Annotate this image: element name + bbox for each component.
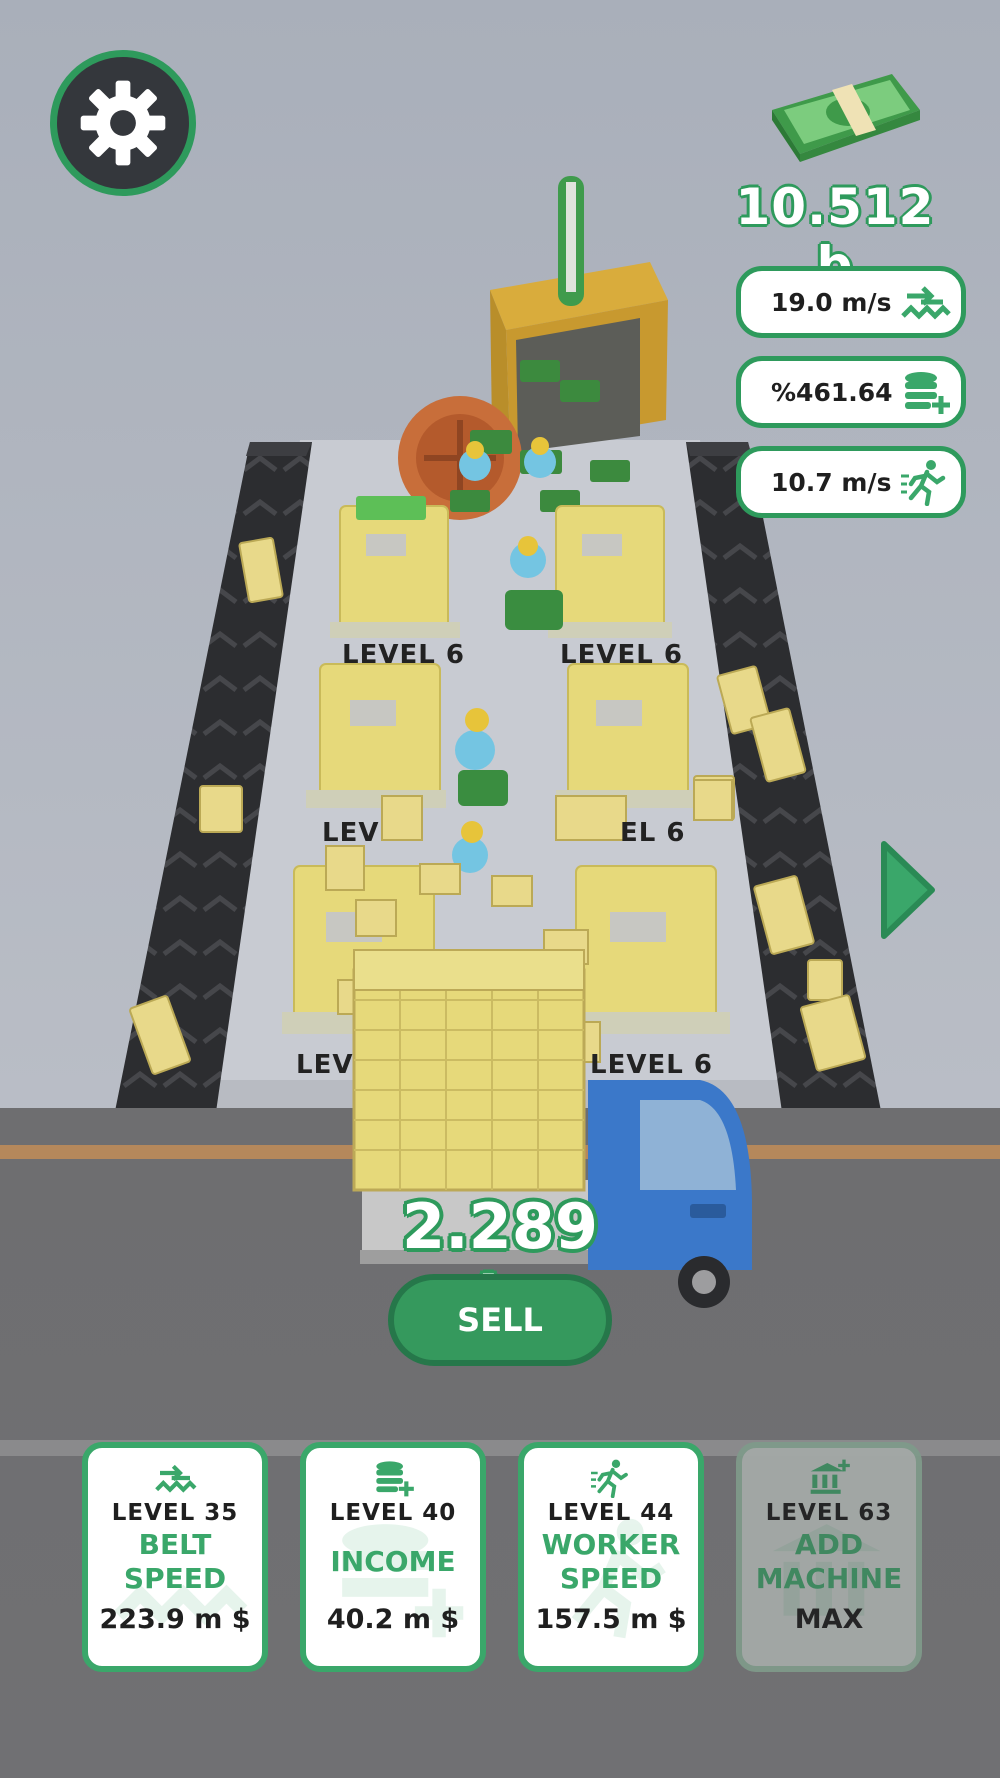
upgrade-title: INCOME — [306, 1526, 480, 1598]
upgrade-title: ADD MACHINE — [742, 1526, 916, 1598]
belt-speed-stat: 19.0 m/s — [736, 266, 966, 338]
upgrade-price: MAX — [794, 1604, 864, 1635]
cash-stack-icon — [772, 74, 920, 162]
upgrade-add-machine-card[interactable]: LEVEL 63 ADD MACHINE MAX — [736, 1442, 922, 1672]
machine-level-label: LEVEL 6 — [342, 640, 465, 670]
upgrade-title-line1: INCOME — [330, 1545, 456, 1578]
worker-run-icon — [901, 460, 946, 506]
upgrade-price: 223.9 m $ — [99, 1604, 251, 1635]
machine-level-label: LEV — [296, 1050, 354, 1080]
belt-speed-icon — [901, 286, 951, 320]
machine-level-label: LEVEL 6 — [560, 640, 683, 670]
gear-icon — [80, 80, 166, 166]
worker-speed-value: 10.7 m/s — [771, 467, 892, 497]
income-coins-icon — [376, 1461, 414, 1497]
worker-run-icon — [591, 1459, 628, 1499]
upgrade-title-line2: SPEED — [559, 1562, 663, 1595]
upgrade-title-line2: MACHINE — [755, 1562, 903, 1595]
upgrade-level: LEVEL 35 — [111, 1500, 239, 1526]
worker-speed-stat: 10.7 m/s — [736, 446, 966, 518]
machine-level-label: LEVEL 6 — [590, 1050, 713, 1080]
upgrade-level: LEVEL 63 — [765, 1500, 893, 1526]
add-machine-icon — [810, 1459, 850, 1494]
next-area-arrow-icon[interactable] — [876, 836, 938, 944]
sell-button[interactable]: SELL — [388, 1274, 612, 1366]
machine-level-label: LEV — [322, 818, 380, 848]
machine-level-label: EL 6 — [620, 818, 686, 848]
income-value: %461.64 — [771, 377, 893, 407]
income-stat: %461.64 — [736, 356, 966, 428]
upgrade-level: LEVEL 40 — [329, 1500, 457, 1526]
belt-speed-icon — [155, 1464, 197, 1493]
belt-speed-value: 19.0 m/s — [771, 287, 892, 317]
upgrade-belt-speed-card[interactable]: LEVEL 35 BELT SPEED 223.9 m $ — [82, 1442, 268, 1672]
upgrade-title-line2: SPEED — [123, 1562, 227, 1595]
upgrade-level: LEVEL 44 — [547, 1500, 675, 1526]
upgrade-title-line1: ADD — [794, 1528, 864, 1561]
upgrade-income-card[interactable]: LEVEL 40 INCOME 40.2 m $ — [300, 1442, 486, 1672]
upgrade-worker-speed-card[interactable]: LEVEL 44 WORKER SPEED 157.5 m $ — [518, 1442, 704, 1672]
settings-button[interactable] — [50, 50, 196, 196]
upgrade-title-line1: BELT — [138, 1528, 212, 1561]
upgrade-title: WORKER SPEED — [524, 1526, 698, 1598]
upgrade-price: 157.5 m $ — [535, 1604, 687, 1635]
upgrade-title-line1: WORKER — [541, 1528, 681, 1561]
upgrade-title: BELT SPEED — [88, 1526, 262, 1598]
income-coins-icon — [905, 372, 950, 414]
upgrade-price: 40.2 m $ — [326, 1604, 460, 1635]
